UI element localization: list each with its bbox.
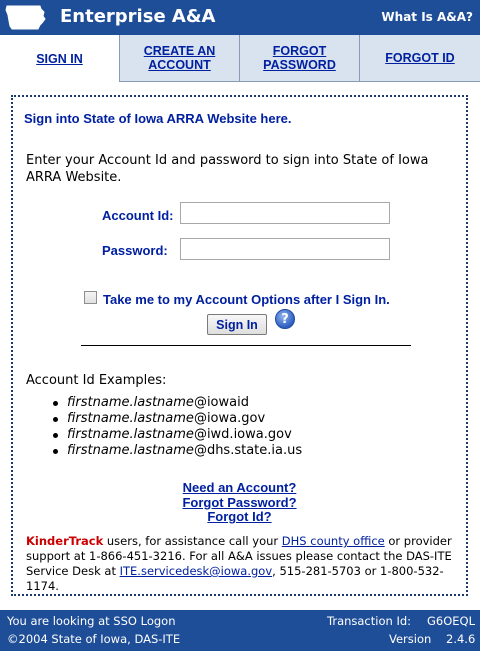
example-domain: @iowaid (193, 395, 249, 410)
panel-title: Sign into State of Iowa ARRA Website her… (24, 111, 292, 126)
tab-forgot-password-label: FORGOT PASSWORD (263, 44, 336, 72)
support-note: KinderTrack users, for assistance call y… (26, 534, 466, 594)
account-id-label: Account Id: (102, 208, 174, 223)
sign-in-panel: Sign into State of Iowa ARRA Website her… (11, 95, 468, 596)
tab-bar: SIGN IN CREATE AN ACCOUNT FORGOT PASSWOR… (0, 35, 480, 82)
tab-forgot-password[interactable]: FORGOT PASSWORD (239, 35, 359, 82)
divider (81, 345, 411, 346)
what-is-aa-link[interactable]: What Is A&A? (381, 10, 473, 24)
help-links: Need an Account? Forgot Password? Forgot… (13, 480, 466, 525)
need-account-link[interactable]: Need an Account? (13, 480, 466, 496)
app-header: Enterprise A&A What Is A&A? (0, 0, 480, 35)
iowa-state-outline-icon (5, 5, 46, 30)
password-label: Password: (102, 243, 168, 258)
sign-in-button[interactable]: Sign In (207, 314, 267, 335)
list-item: firstname.lastname@dhs.state.ia.us (51, 443, 302, 459)
account-options-label[interactable]: Take me to my Account Options after I Si… (103, 292, 390, 307)
example-name: firstname.lastname (67, 395, 194, 410)
status-copyright: ©2004 State of Iowa, DAS-ITE (7, 632, 181, 646)
service-desk-email-link[interactable]: ITE.servicedesk@iowa.gov (120, 564, 273, 578)
version-label: Version (389, 632, 432, 646)
example-domain: @dhs.state.ia.us (193, 443, 303, 458)
status-page-name: You are looking at SSO Logon (7, 614, 176, 628)
list-item: firstname.lastname@iowa.gov (51, 411, 302, 427)
tab-create-account[interactable]: CREATE AN ACCOUNT (119, 35, 239, 82)
example-domain: @iowa.gov (193, 411, 266, 426)
kindertrack-label: KinderTrack (26, 534, 104, 548)
list-item: firstname.lastname@iowaid (51, 395, 302, 411)
list-item: firstname.lastname@iwd.iowa.gov (51, 427, 302, 443)
status-bar: You are looking at SSO Logon ©2004 State… (0, 610, 480, 651)
tab-forgot-id[interactable]: FORGOT ID (359, 35, 480, 82)
examples-list: firstname.lastname@iowaid firstname.last… (51, 395, 302, 459)
account-options-checkbox[interactable] (84, 291, 97, 304)
tab-sign-in[interactable]: SIGN IN (0, 35, 119, 82)
app-title: Enterprise A&A (60, 6, 216, 27)
example-domain: @iwd.iowa.gov (193, 427, 292, 442)
account-id-input[interactable] (180, 202, 390, 224)
forgot-password-link[interactable]: Forgot Password? (13, 495, 466, 511)
forgot-id-link[interactable]: Forgot Id? (13, 509, 466, 525)
dhs-county-office-link[interactable]: DHS county office (282, 534, 385, 548)
example-name: firstname.lastname (67, 411, 194, 426)
example-name: firstname.lastname (67, 427, 194, 442)
tab-create-account-label: CREATE AN ACCOUNT (143, 44, 216, 72)
examples-title: Account Id Examples: (26, 373, 167, 388)
example-name: firstname.lastname (67, 443, 194, 458)
intro-text: Enter your Account Id and password to si… (26, 153, 429, 185)
transaction-id-label: Transaction Id: (327, 614, 412, 628)
question-mark-icon[interactable]: ? (275, 309, 295, 329)
support-text-1: users, for assistance call your (103, 534, 282, 548)
version-value: 2.4.6 (446, 632, 476, 646)
transaction-id-value: G6OEQL (427, 614, 476, 628)
password-input[interactable] (180, 238, 390, 260)
